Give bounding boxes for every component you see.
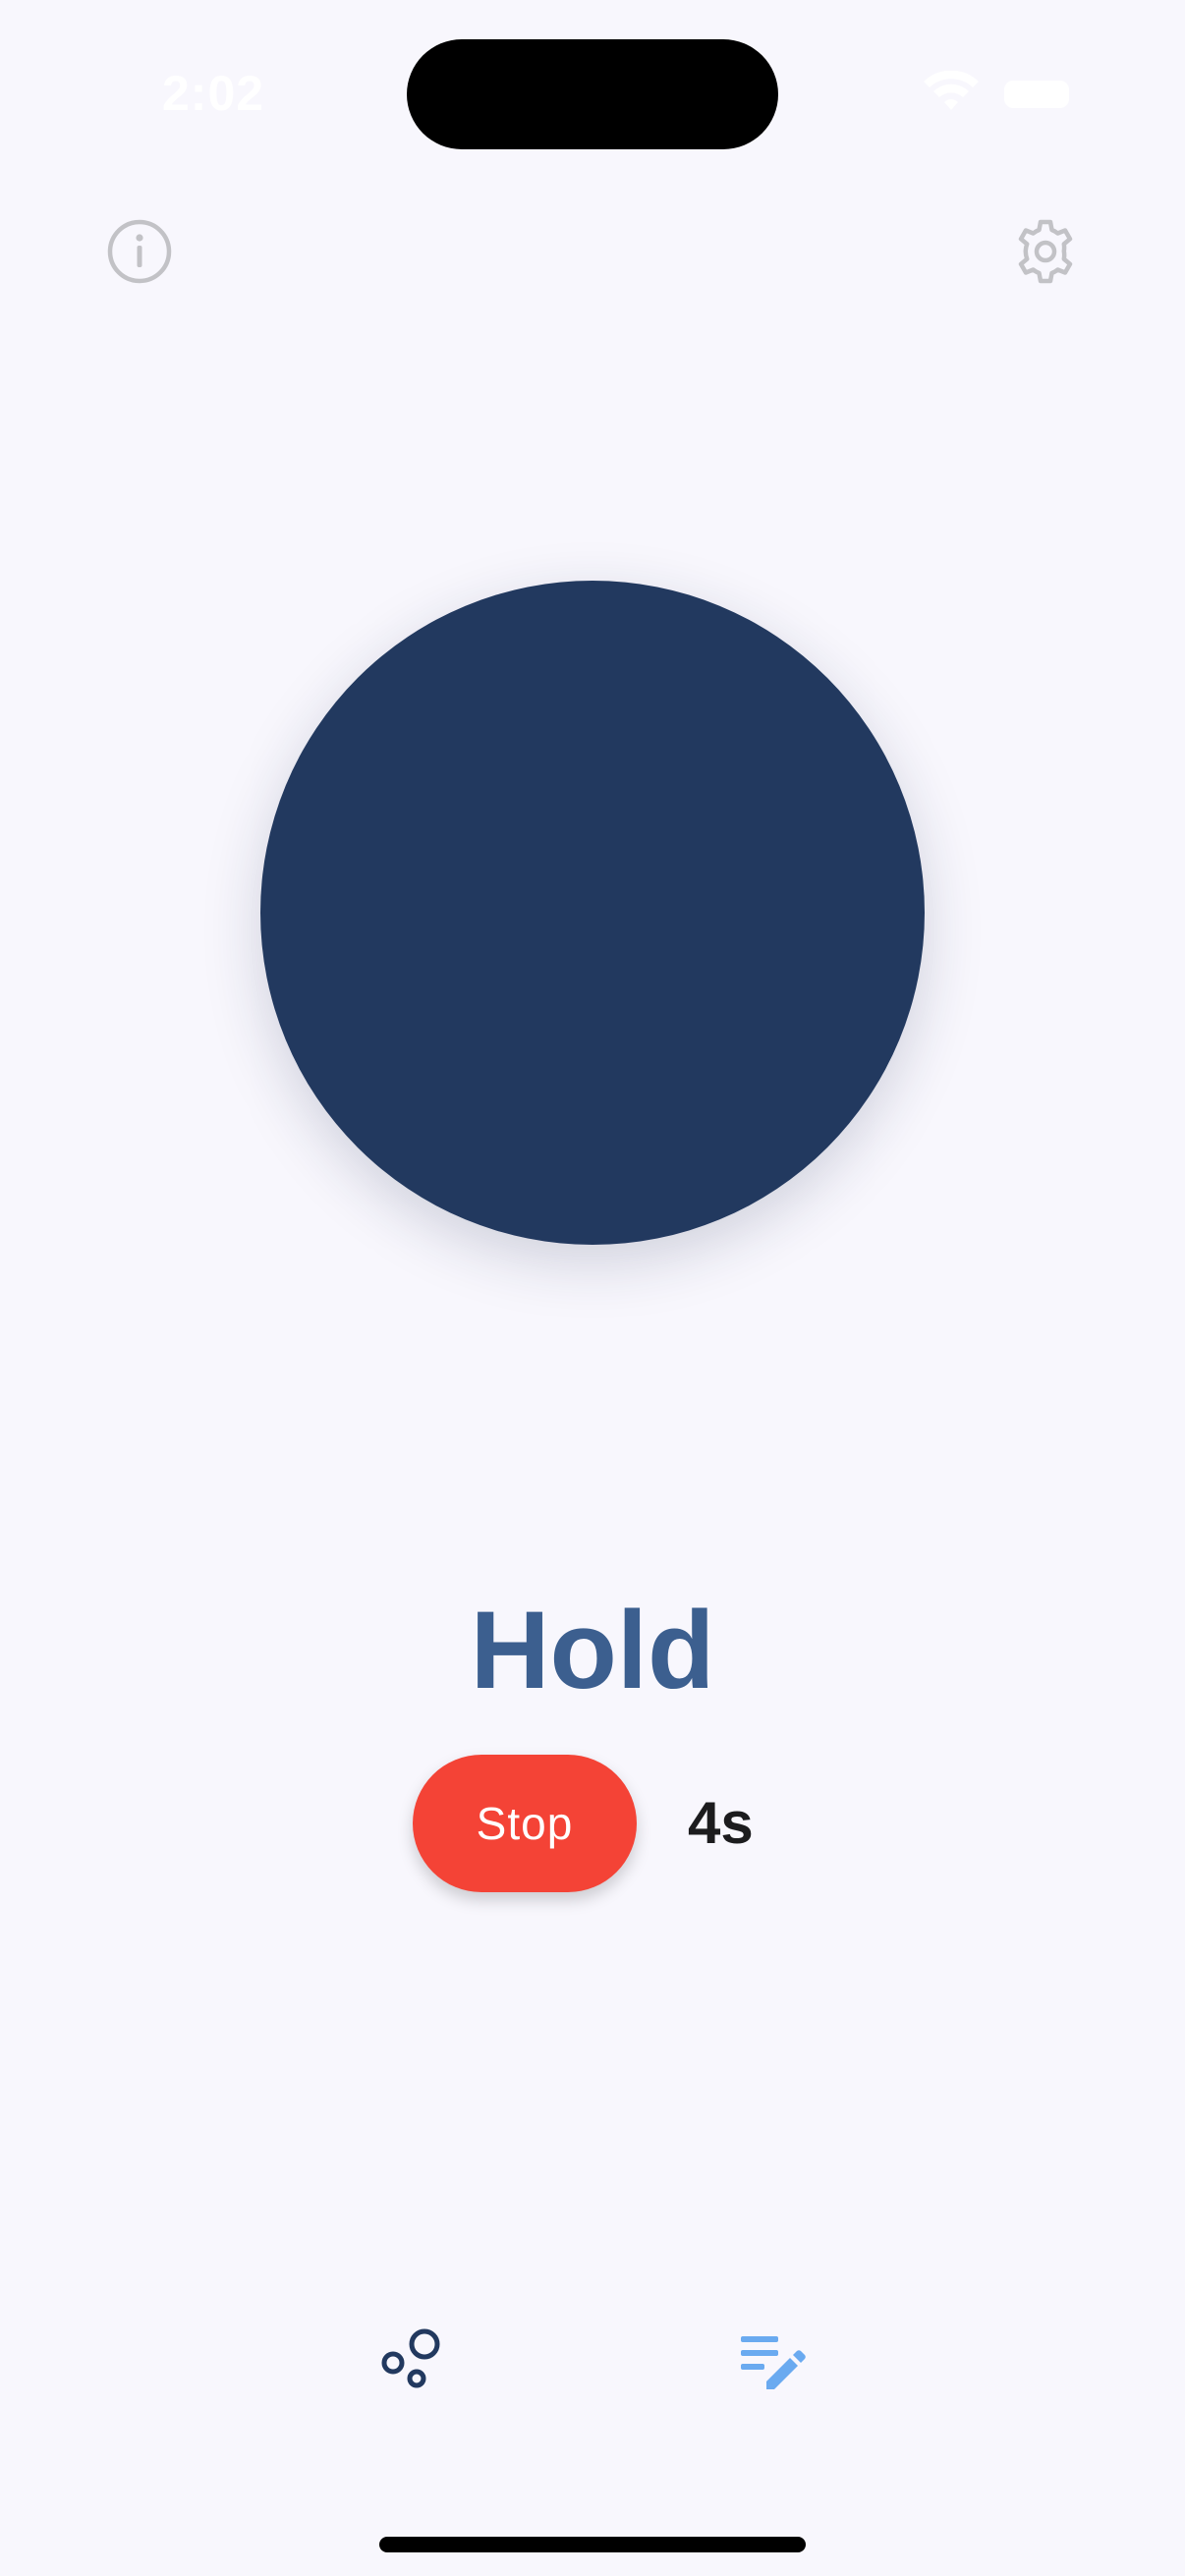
breathing-circle: [260, 581, 925, 1245]
dynamic-island: [407, 39, 778, 149]
home-indicator: [379, 2537, 806, 2552]
status-time: 2:02: [162, 66, 265, 121]
breathing-phase-label: Hold: [470, 1589, 715, 1711]
gear-icon[interactable]: [1012, 218, 1079, 285]
countdown-timer: 4s: [688, 1790, 754, 1856]
battery-icon: [1004, 81, 1069, 108]
info-icon[interactable]: [106, 218, 173, 285]
notes-edit-icon[interactable]: [737, 2330, 808, 2397]
status-bar: 2:02: [0, 0, 1185, 149]
stop-button[interactable]: Stop: [413, 1755, 637, 1892]
wifi-icon: [924, 71, 979, 110]
bubbles-icon[interactable]: [381, 2326, 448, 2393]
